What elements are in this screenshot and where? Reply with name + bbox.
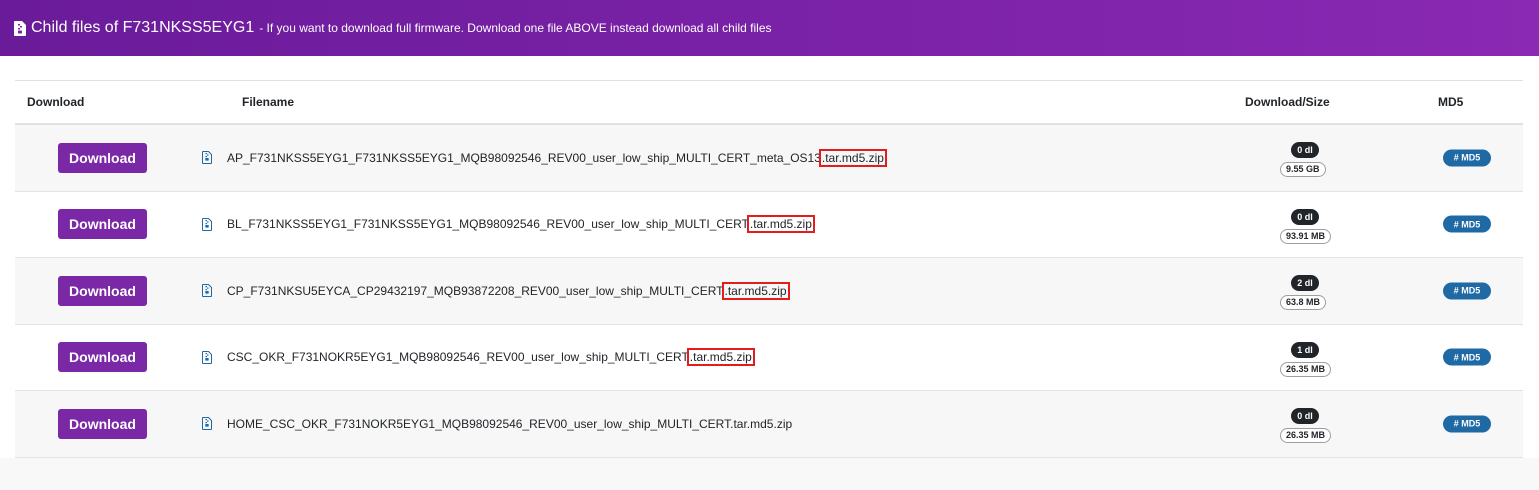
- filename: CP_F731NKSU5EYCA_CP29432197_MQB93872208_…: [227, 281, 790, 300]
- filename-extension-highlight: .tar.md5.zip: [818, 148, 887, 167]
- download-count-badge: 2 dl: [1291, 275, 1319, 291]
- child-files-header: Child files of F731NKSS5EYG1 - If you wa…: [0, 0, 1539, 56]
- table-row: Download CP_F731NKSU5EYCA_CP29432197_MQB…: [15, 258, 1523, 325]
- page-footer-band: [0, 458, 1539, 490]
- page-title: Child files of F731NKSS5EYG1: [31, 19, 255, 36]
- column-header-md5: MD5: [1438, 95, 1464, 109]
- table-header: Download Filename Download/Size MD5: [15, 81, 1523, 125]
- page-subtitle: - If you want to download full firmware.…: [259, 21, 772, 35]
- file-zip-icon: [202, 284, 212, 298]
- child-files-table: Download Filename Download/Size MD5 Down…: [15, 80, 1523, 458]
- file-zip-icon: [202, 350, 212, 364]
- file-size-badge: 63.8 MB: [1280, 295, 1327, 310]
- download-count-badge: 0 dl: [1291, 208, 1319, 225]
- filename-extension-highlight: .tar.md5.zip: [746, 215, 815, 234]
- file-zip-icon: [202, 151, 212, 165]
- filename: AP_F731NKSS5EYG1_F731NKSS5EYG1_MQB980925…: [227, 148, 887, 167]
- md5-button[interactable]: # MD5: [1443, 348, 1491, 366]
- file-zip-icon: [202, 217, 212, 231]
- download-count-badge: 1 dl: [1291, 341, 1319, 358]
- table-row: Download AP_F731NKSS5EYG1_F731NKSS5EYG1_…: [15, 125, 1523, 192]
- md5-button[interactable]: # MD5: [1443, 282, 1491, 300]
- filename-extension-highlight: .tar.md5.zip: [721, 281, 790, 300]
- filename-extension-highlight: .tar.md5.zip: [686, 348, 755, 367]
- file-size-badge: 26.35 MB: [1280, 428, 1332, 443]
- table-row: Download CSC_OKR_F731NOKR5EYG1_MQB980925…: [15, 324, 1523, 391]
- download-button[interactable]: Download: [58, 142, 147, 173]
- column-header-download: Download: [27, 95, 85, 109]
- md5-button[interactable]: # MD5: [1443, 215, 1491, 233]
- download-count-badge: 0 dl: [1291, 142, 1319, 158]
- md5-button[interactable]: # MD5: [1443, 149, 1491, 167]
- download-button[interactable]: Download: [58, 342, 147, 373]
- file-size-badge: 9.55 GB: [1280, 162, 1326, 177]
- filename: HOME_CSC_OKR_F731NOKR5EYG1_MQB98092546_R…: [227, 416, 793, 431]
- file-size-badge: 26.35 MB: [1280, 361, 1332, 377]
- file-zip-icon: [202, 417, 212, 431]
- file-size-badge: 93.91 MB: [1280, 228, 1332, 244]
- filename: CSC_OKR_F731NOKR5EYG1_MQB98092546_REV00_…: [227, 348, 755, 367]
- file-zip-icon: [14, 20, 26, 36]
- download-button[interactable]: Download: [58, 275, 147, 306]
- table-row: Download BL_F731NKSS5EYG1_F731NKSS5EYG1_…: [15, 191, 1523, 258]
- download-button[interactable]: Download: [58, 209, 147, 240]
- column-header-size: Download/Size: [1245, 95, 1330, 109]
- download-button[interactable]: Download: [58, 408, 147, 439]
- filename: BL_F731NKSS5EYG1_F731NKSS5EYG1_MQB980925…: [227, 215, 815, 234]
- table-row: Download HOME_CSC_OKR_F731NOKR5EYG1_MQB9…: [15, 391, 1523, 458]
- column-header-filename: Filename: [242, 95, 295, 109]
- download-count-badge: 0 dl: [1291, 408, 1319, 424]
- md5-button[interactable]: # MD5: [1443, 415, 1491, 433]
